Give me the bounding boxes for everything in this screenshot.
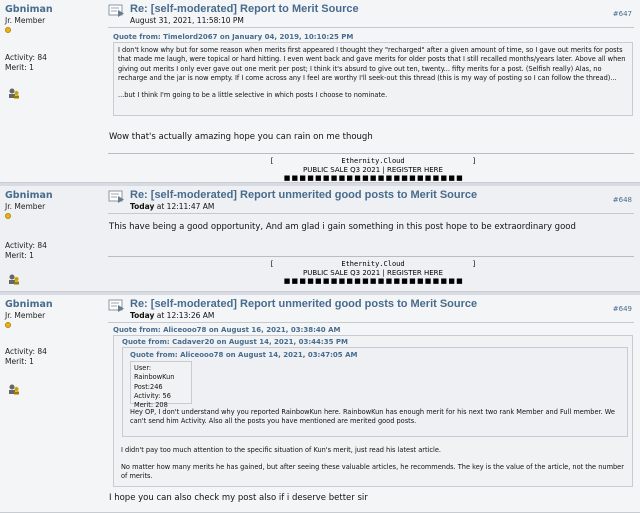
date-today: Today (130, 311, 155, 320)
rank-star-icon (5, 322, 11, 328)
author-name[interactable]: Gbniman (5, 4, 105, 15)
author-stats: Activity: 84 Merit: 1 (5, 241, 47, 260)
signature-divider (108, 153, 634, 154)
post-number[interactable]: #649 (613, 305, 632, 313)
signature[interactable]: [ Ethernity.Cloud ] PUBLIC SALE Q3 2021 … (108, 260, 638, 286)
post-xx-icon (108, 190, 124, 203)
quote-paragraph: I don't know why but for some reason whe… (118, 46, 626, 82)
post-date: August 31, 2021, 11:58:10 PM (130, 16, 244, 25)
author-activity: Activity: 84 (5, 241, 47, 250)
date-today: Today (130, 202, 155, 211)
post-number[interactable]: #647 (613, 10, 632, 18)
quote-paragraph: Hey OP, I don't understand why you repor… (130, 408, 615, 426)
author-panel: Gbniman Jr. Member Activity: 84 Merit: 1 (0, 186, 105, 291)
signature-line: [ Ethernity.Cloud ] (269, 157, 477, 165)
signature-line: PUBLIC SALE Q3 2021 | REGISTER HERE (303, 165, 443, 174)
rank-star-icon (5, 213, 11, 219)
quote-box: I don't know why but for some reason whe… (113, 42, 633, 116)
author-merit: Merit: 1 (5, 356, 34, 366)
post-number[interactable]: #648 (613, 196, 632, 204)
profile-icon[interactable] (8, 274, 20, 285)
quote-header[interactable]: Quote from: Cadaver20 on August 14, 2021… (122, 338, 348, 346)
author-activity: Activity: 84 (5, 53, 47, 62)
signature-blocks: ■ ■ ■ ■ ■ ■ ■ ■ ■ ■ ■ ■ ■ ■ ■ ■ ■ ■ ■ ■ … (283, 174, 463, 182)
quote-paragraph: ...but I think I'm going to be a little … (118, 91, 388, 100)
profile-icon[interactable] (8, 88, 20, 99)
quote-paragraph: No matter how many merits he has gained,… (121, 463, 624, 481)
quote-header[interactable]: Quote from: Timelord2067 on January 04, … (113, 33, 353, 41)
post-message: Wow that's actually amazing hope you can… (109, 132, 373, 142)
post-648: Gbniman Jr. Member Activity: 84 Merit: 1… (0, 186, 640, 292)
author-panel: Gbniman Jr. Member Activity: 84 Merit: 1 (0, 295, 105, 512)
post-647: Gbniman Jr. Member Activity: 84 Merit: 1… (0, 0, 640, 183)
post-title[interactable]: Re: [self-moderated] Report unmerited go… (130, 189, 477, 201)
quoted-stat: Activity: 56 (134, 391, 171, 400)
author-stats: Activity: 84 Merit: 1 (5, 347, 47, 366)
date-time: at 12:11:47 AM (154, 202, 215, 211)
header-divider (108, 213, 634, 214)
signature-blocks: ■ ■ ■ ■ ■ ■ ■ ■ ■ ■ ■ ■ ■ ■ ■ ■ ■ ■ ■ ■ … (283, 277, 463, 285)
header-divider (108, 27, 634, 28)
signature-divider (108, 256, 634, 257)
post-title[interactable]: Re: [self-moderated] Report unmerited go… (130, 298, 477, 310)
post-date: Today at 12:13:26 AM (130, 311, 214, 320)
author-merit: Merit: 1 (5, 250, 34, 260)
post-649: Gbniman Jr. Member Activity: 84 Merit: 1… (0, 295, 640, 513)
nested-quote-box: Quote from: Aliceooo78 on August 14, 202… (122, 347, 628, 437)
date-time: at 12:13:26 AM (154, 311, 215, 320)
signature[interactable]: [ Ethernity.Cloud ] PUBLIC SALE Q3 2021 … (108, 157, 638, 183)
header-divider (108, 322, 634, 323)
signature-line: [ Ethernity.Cloud ] (269, 260, 477, 268)
quote-paragraph: I didn't pay too much attention to the s… (121, 446, 441, 454)
author-name[interactable]: Gbniman (5, 190, 105, 201)
nested-quote-box: User: RainbowKun Post:246 Activity: 56 M… (130, 361, 192, 409)
author-rank: Jr. Member (5, 202, 46, 211)
profile-icon[interactable] (8, 384, 20, 395)
signature-line: PUBLIC SALE Q3 2021 | REGISTER HERE (303, 268, 443, 277)
quote-header[interactable]: Quote from: Aliceooo78 on August 16, 202… (113, 326, 340, 334)
post-message: This have being a good opportunity, And … (109, 222, 576, 232)
post-xx-icon (108, 299, 124, 312)
post-xx-icon (108, 4, 124, 17)
author-name[interactable]: Gbniman (5, 299, 105, 310)
post-message: I hope you can also check my post also i… (109, 493, 368, 503)
post-date: Today at 12:11:47 AM (130, 202, 214, 211)
post-content: Re: [self-moderated] Report unmerited go… (108, 186, 640, 291)
author-activity: Activity: 84 (5, 347, 47, 356)
author-rank: Jr. Member (5, 16, 46, 25)
post-title[interactable]: Re: [self-moderated] Report to Merit Sou… (130, 3, 359, 15)
author-stats: Activity: 84 Merit: 1 (5, 53, 47, 72)
author-rank: Jr. Member (5, 311, 46, 320)
post-content: Re: [self-moderated] Report to Merit Sou… (108, 0, 640, 182)
quote-header[interactable]: Quote from: Aliceooo78 on August 14, 202… (130, 351, 357, 359)
quote-box: Quote from: Cadaver20 on August 14, 2021… (113, 335, 633, 487)
quoted-stat: User: RainbowKun (134, 364, 175, 382)
quoted-stat: Post:246 (134, 382, 163, 391)
author-panel: Gbniman Jr. Member Activity: 84 Merit: 1 (0, 0, 105, 182)
author-merit: Merit: 1 (5, 62, 34, 72)
rank-star-icon (5, 27, 11, 33)
post-content: Re: [self-moderated] Report unmerited go… (108, 295, 640, 512)
